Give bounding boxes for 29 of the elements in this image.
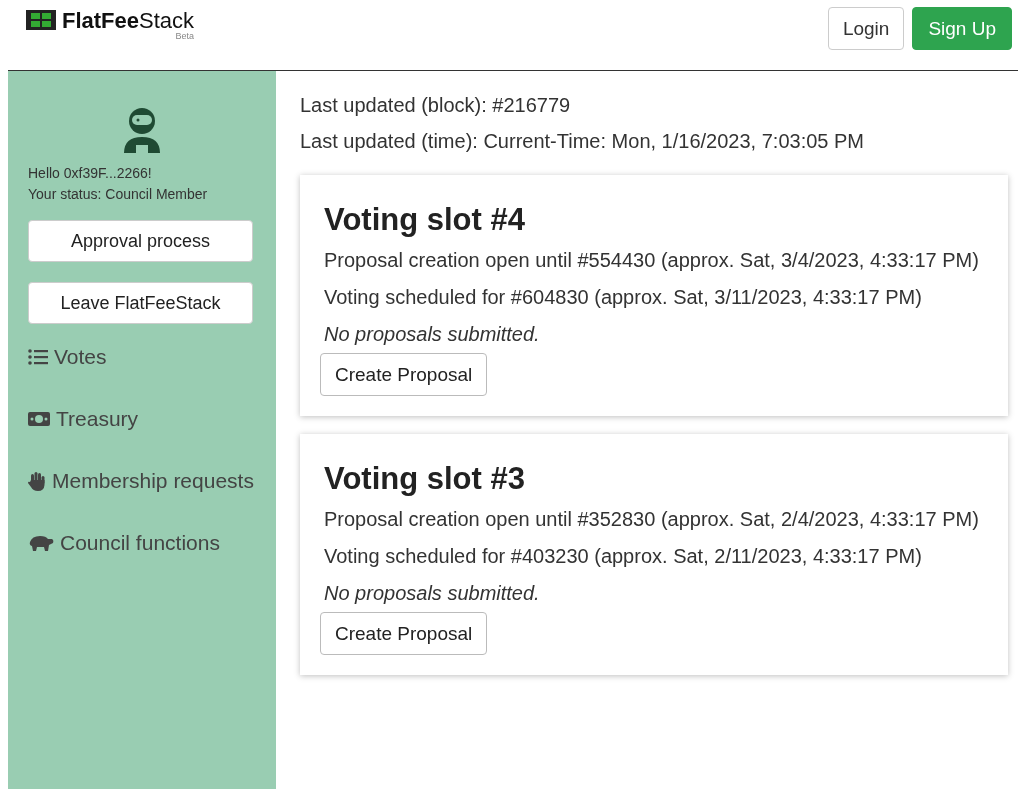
avatar-icon [122,107,162,153]
nav-item[interactable]: Council functions [28,528,220,558]
login-button[interactable]: Login [827,7,905,50]
beta-label: Beta [175,31,195,41]
nav-item[interactable]: Votes [28,342,107,372]
nav-item[interactable]: Membership requests [28,466,254,496]
empty-note: No proposals submitted. [324,322,541,347]
create-proposal-button[interactable]: Create Proposal [320,353,488,396]
status-text: Your status: Council Member [28,185,208,204]
hand-icon [28,471,46,491]
hippo-icon [28,534,54,552]
slot-info-text: Voting scheduled for #403230 (approx. Sat, 2/11/2023, 4:33:17 PM) [324,544,923,569]
leave-button[interactable]: Leave FlatFeeStack [28,282,253,324]
create-proposal-button[interactable]: Create Proposal [320,612,488,655]
info-text: Last updated (block): #216779 [300,93,572,118]
info-text: Last updated (time): Current-Time: Mon, 1/16/2023, 7:03:05 PM [300,129,865,154]
slot-info-text: Voting scheduled for #604830 (approx. Sat, 3/11/2023, 4:33:17 PM) [324,285,923,310]
slot-info-text: Proposal creation open until #352830 (approx. Sat, 2/4/2023, 4:33:17 PM) [324,507,980,532]
list-icon [28,349,48,365]
slot-title: Voting slot #4 [324,201,526,239]
banknote-icon [28,412,50,426]
nav-item[interactable]: Treasury [28,404,139,434]
empty-note: No proposals submitted. [324,581,541,606]
approval-button[interactable]: Approval process [28,220,253,262]
slot-title: Voting slot #3 [324,460,526,498]
slot-info-text: Proposal creation open until #554430 (approx. Sat, 3/4/2023, 4:33:17 PM) [324,248,980,273]
logo-text[interactable]: FlatFeeStack [62,9,195,33]
logo-icon [26,10,56,30]
greeting-text: Hello 0xf39F...2266! [28,164,152,183]
